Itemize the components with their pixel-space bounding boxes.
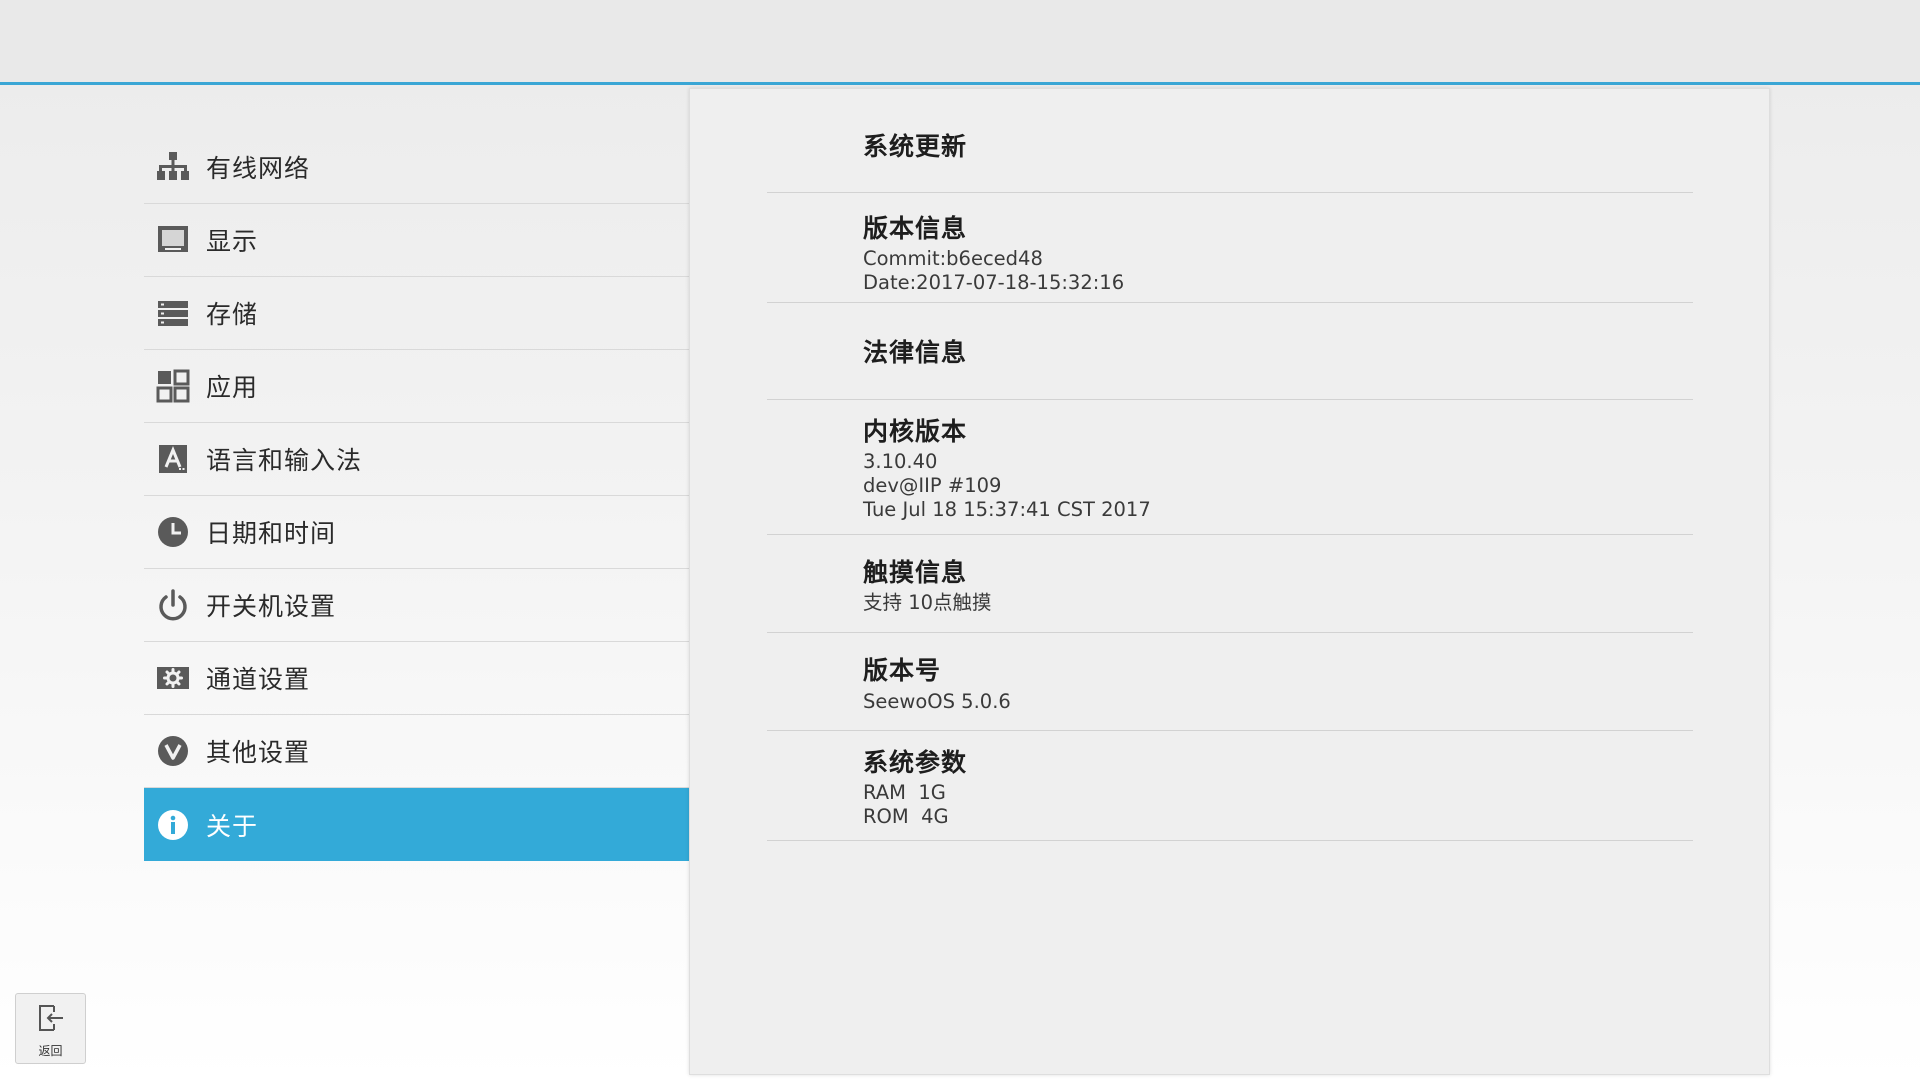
- back-button-label: 返回: [38, 1044, 63, 1058]
- exit-icon: [36, 1002, 66, 1038]
- sidebar-item-wired-network[interactable]: 有线网络: [144, 131, 689, 204]
- item-title: 系统更新: [863, 132, 968, 161]
- sidebar-item-label: 日期和时间: [206, 519, 337, 548]
- sidebar-item-other-settings[interactable]: 其他设置: [144, 715, 689, 788]
- sidebar-item-about[interactable]: 关于: [144, 788, 689, 861]
- kernel-version-item[interactable]: 内核版本 3.10.40 dev@IIP #109 Tue Jul 18 15:…: [767, 400, 1693, 535]
- top-bar: [0, 0, 1920, 85]
- item-title: 内核版本: [863, 417, 968, 446]
- wired-network-icon: [156, 150, 190, 184]
- version-info-item[interactable]: 版本信息 Commit:b6eced48 Date:2017-07-18-15:…: [767, 193, 1693, 303]
- sidebar-item-label: 显示: [206, 227, 259, 256]
- version-number-item[interactable]: 版本号 SeewoOS 5.0.6: [767, 633, 1693, 731]
- sidebar-item-label: 存储: [206, 300, 259, 329]
- info-icon: [156, 808, 190, 842]
- item-detail: Commit:b6eced48: [863, 247, 1043, 270]
- item-title: 触摸信息: [863, 558, 968, 587]
- sidebar-item-storage[interactable]: 存储: [144, 277, 689, 350]
- item-title: 版本信息: [863, 214, 968, 243]
- sidebar-item-power-settings[interactable]: 开关机设置: [144, 569, 689, 642]
- back-button[interactable]: 返回: [15, 993, 86, 1064]
- sidebar-item-label: 其他设置: [206, 738, 311, 767]
- item-detail: 3.10.40: [863, 450, 938, 473]
- about-panel: 系统更新 版本信息 Commit:b6eced48 Date:2017-07-1…: [689, 88, 1770, 1075]
- sidebar-item-display[interactable]: 显示: [144, 204, 689, 277]
- system-update-item[interactable]: 系统更新: [767, 89, 1693, 193]
- sidebar-item-language-input[interactable]: 语言和输入法: [144, 423, 689, 496]
- item-detail: Tue Jul 18 15:37:41 CST 2017: [863, 498, 1151, 521]
- power-icon: [156, 588, 190, 622]
- item-title: 版本号: [863, 656, 942, 685]
- touch-info-item[interactable]: 触摸信息 支持 10点触摸: [767, 535, 1693, 633]
- storage-icon: [156, 296, 190, 330]
- about-list: 系统更新 版本信息 Commit:b6eced48 Date:2017-07-1…: [767, 89, 1693, 841]
- channel-settings-icon: [156, 661, 190, 695]
- system-params-item[interactable]: 系统参数 RAM 1G ROM 4G: [767, 731, 1693, 841]
- apps-icon: [156, 369, 190, 403]
- sidebar-item-label: 通道设置: [206, 665, 311, 694]
- sidebar-item-channel-settings[interactable]: 通道设置: [144, 642, 689, 715]
- legal-info-item[interactable]: 法律信息: [767, 303, 1693, 400]
- sidebar-item-label: 开关机设置: [206, 592, 337, 621]
- sidebar-item-date-time[interactable]: 日期和时间: [144, 496, 689, 569]
- sidebar-item-label: 关于: [206, 811, 259, 841]
- item-detail: dev@IIP #109: [863, 474, 1002, 497]
- sidebar-item-apps[interactable]: 应用: [144, 350, 689, 423]
- item-detail: ROM 4G: [863, 805, 949, 828]
- language-input-icon: [156, 442, 190, 476]
- item-title: 法律信息: [863, 338, 968, 367]
- sidebar-item-label: 应用: [206, 373, 259, 402]
- item-detail: 支持 10点触摸: [863, 591, 992, 614]
- sidebar-item-label: 有线网络: [206, 154, 311, 183]
- display-icon: [156, 223, 190, 257]
- clock-icon: [156, 515, 190, 549]
- settings-sidebar: 有线网络 显示 存储 应用 语言和输入法 日期和时间 开关机设置 通道设置 其他…: [144, 131, 689, 861]
- sidebar-item-label: 语言和输入法: [206, 446, 363, 475]
- item-title: 系统参数: [863, 748, 968, 777]
- item-detail: RAM 1G: [863, 781, 946, 804]
- item-detail: SeewoOS 5.0.6: [863, 690, 1011, 713]
- item-detail: Date:2017-07-18-15:32:16: [863, 271, 1125, 294]
- other-settings-icon: [156, 734, 190, 768]
